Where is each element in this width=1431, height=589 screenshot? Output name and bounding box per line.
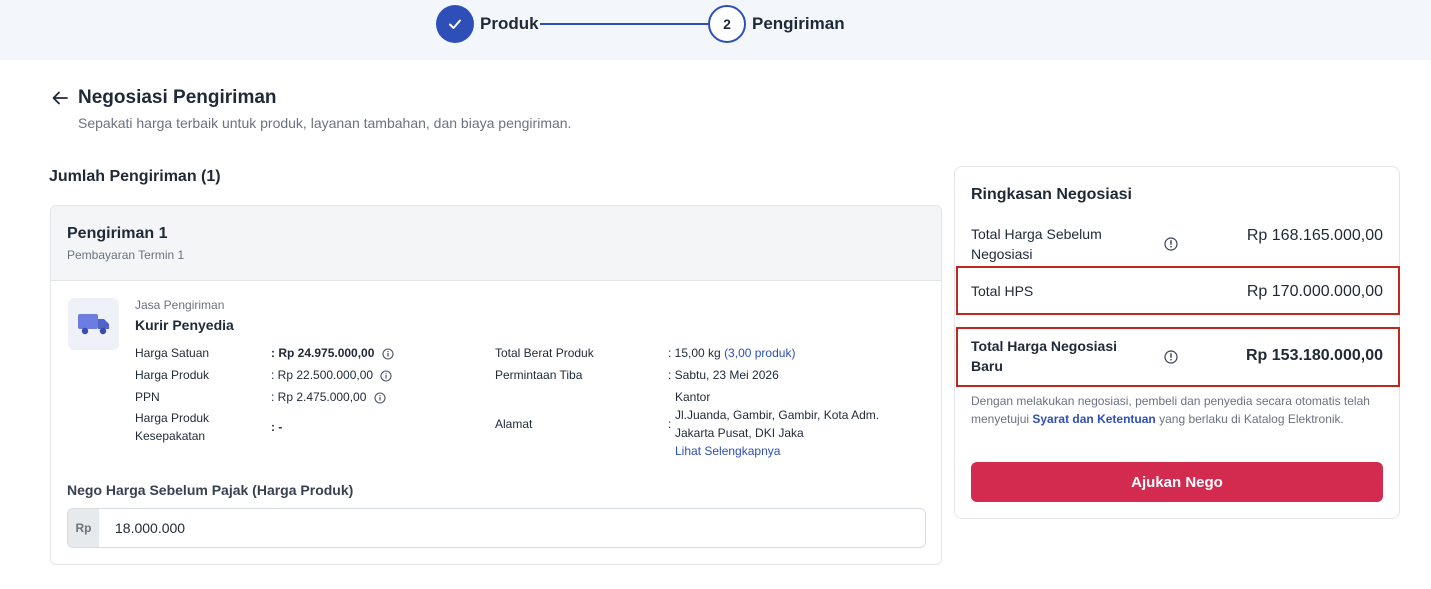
step-number: 2	[708, 5, 746, 43]
currency-prefix: Rp	[68, 509, 99, 547]
harga-kesepakatan-label-line1: Harga Produk	[135, 411, 210, 425]
total-before-value: Rp 168.165.000,00	[1246, 227, 1383, 244]
info-icon[interactable]	[374, 392, 386, 404]
alamat-line2: Jakarta Pusat, DKI Jaka	[675, 426, 804, 440]
info-icon[interactable]	[1164, 350, 1178, 364]
harga-produk-amount: : Rp 22.500.000,00	[271, 368, 374, 382]
info-icon[interactable]	[380, 370, 392, 382]
harga-produk-value: : Rp 22.500.000,00	[271, 366, 392, 384]
total-hps-value: Rp 170.000.000,00	[1246, 283, 1383, 300]
step-check-circle	[436, 5, 474, 43]
nego-price-field[interactable]: Rp	[67, 508, 926, 548]
harga-produk-label: Harga Produk	[135, 368, 210, 382]
ajukan-nego-button[interactable]: Ajukan Nego	[971, 462, 1383, 502]
tiba-value: : Sabtu, 23 Mei 2026	[668, 368, 779, 382]
total-hps-label: Total HPS	[971, 283, 1034, 299]
total-before-label-line2: Negosiasi	[971, 246, 1033, 262]
shipment-card: Pengiriman 1 Pembayaran Termin 1 Jasa Pe…	[50, 205, 942, 565]
truck-icon-box	[68, 298, 119, 350]
step-label-pengiriman: Pengiriman	[752, 14, 845, 33]
harga-kesepakatan-label: Harga Produk Kesepakatan	[135, 409, 209, 445]
back-arrow-icon[interactable]	[51, 89, 69, 107]
check-icon	[449, 19, 461, 29]
berat-value: : 15,00 kg (3,00 produk)	[668, 344, 795, 362]
summary-title: Ringkasan Negosiasi	[971, 186, 1132, 203]
alamat-line1: Jl.Juanda, Gambir, Gambir, Kota Adm.	[675, 408, 880, 422]
lihat-selengkapnya-link[interactable]: Lihat Selengkapnya	[675, 442, 879, 460]
kurir-name: Kurir Penyedia	[135, 317, 234, 333]
harga-kesepakatan-label-line2: Kesepakatan	[135, 429, 206, 443]
truck-icon	[77, 314, 109, 335]
berat-amount: : 15,00 kg	[668, 346, 721, 360]
ppn-amount: : Rp 2.475.000,00	[271, 390, 367, 404]
info-icon[interactable]	[382, 348, 394, 360]
alamat-label: Alamat	[495, 417, 533, 431]
total-new-label: Total Harga Negosiasi Baru	[971, 336, 1117, 376]
terms-note: Dengan melakukan negosiasi, pembeli dan …	[971, 392, 1381, 428]
step-label-produk: Produk	[480, 14, 539, 33]
total-new-label-line2: Baru	[971, 358, 1003, 374]
harga-kesepakatan-value: : -	[271, 420, 283, 434]
page-subtitle: Sepakati harga terbaik untuk produk, lay…	[78, 115, 572, 131]
ppn-value: : Rp 2.475.000,00	[271, 388, 386, 406]
jasa-pengiriman-label: Jasa Pengiriman	[135, 298, 225, 312]
total-new-value: Rp 153.180.000,00	[1246, 347, 1383, 364]
harga-satuan-amount: : Rp 24.975.000,00	[271, 346, 375, 360]
total-new-label-line1: Total Harga Negosiasi	[971, 338, 1118, 354]
harga-satuan-value: : Rp 24.975.000,00	[271, 344, 394, 362]
section-title: Jumlah Pengiriman (1)	[49, 168, 221, 185]
ppn-label: PPN	[135, 390, 160, 404]
alamat-colon: :	[668, 417, 672, 431]
step-pengiriman[interactable]: 2 Pengiriman	[708, 5, 845, 43]
shipment-header: Pengiriman 1 Pembayaran Termin 1	[51, 206, 941, 281]
berat-label: Total Berat Produk	[495, 346, 594, 360]
shipment-title: Pengiriman 1	[67, 225, 168, 242]
alamat-block: Kantor Jl.Juanda, Gambir, Gambir, Kota A…	[675, 388, 879, 460]
stepper: Produk 2 Pengiriman	[0, 0, 1431, 60]
page-title: Negosiasi Pengiriman	[78, 87, 277, 108]
nego-price-input[interactable]	[99, 509, 925, 547]
tiba-label: Permintaan Tiba	[495, 368, 583, 382]
total-before-label: Total Harga Sebelum Negosiasi	[971, 224, 1102, 264]
summary-card: Ringkasan Negosiasi Total Harga Sebelum …	[954, 166, 1400, 519]
step-connector	[540, 23, 708, 25]
terms-note-text-2: yang berlaku di Katalog Elektronik.	[1159, 412, 1344, 426]
info-icon[interactable]	[1164, 237, 1178, 251]
berat-count: (3,00 produk)	[724, 346, 796, 360]
step-produk[interactable]: Produk	[436, 5, 539, 43]
shipment-subtitle: Pembayaran Termin 1	[67, 248, 185, 262]
nego-label: Nego Harga Sebelum Pajak (Harga Produk)	[67, 482, 354, 498]
harga-satuan-label: Harga Satuan	[135, 346, 210, 360]
total-before-label-line1: Total Harga Sebelum	[971, 226, 1102, 242]
alamat-name: Kantor	[675, 390, 711, 404]
syarat-ketentuan-link[interactable]: Syarat dan Ketentuan	[1032, 412, 1155, 426]
